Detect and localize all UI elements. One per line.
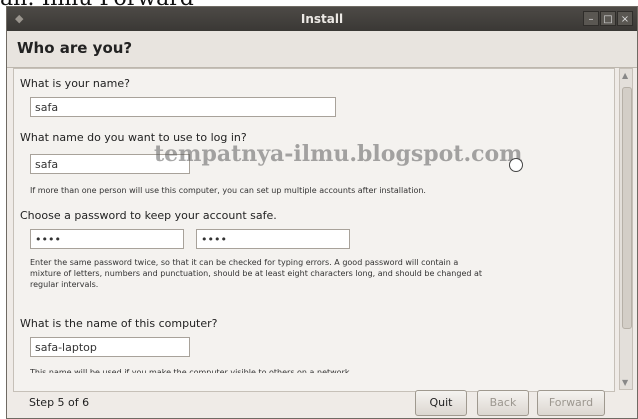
watermark-text: tempatnya-ilmu.blogspot.com [154, 141, 523, 167]
name-label: What is your name? [20, 77, 130, 90]
scroll-thumb[interactable] [622, 87, 632, 329]
form-scrollbar[interactable]: ▲ ▼ [619, 68, 633, 390]
password-field[interactable]: •••• [30, 229, 184, 249]
password-hint-line-1: Enter the same password twice, so that i… [30, 258, 459, 267]
maximize-button[interactable]: □ [600, 11, 616, 26]
computer-name-label: What is the name of this computer? [20, 317, 218, 330]
password-hint-line-3: regular intervals. [30, 280, 99, 289]
step-indicator: Step 5 of 6 [29, 396, 90, 409]
minimize-button[interactable]: – [583, 11, 599, 26]
password-label: Choose a password to keep your account s… [20, 209, 277, 222]
scroll-down-icon[interactable]: ▼ [622, 378, 628, 387]
quit-button[interactable]: Quit [415, 390, 467, 416]
title-bar: ◆ Install – □ × [7, 7, 637, 31]
computer-name-hint: This name will be used if you make the c… [30, 368, 353, 377]
forward-button[interactable]: Forward [537, 390, 605, 416]
name-field[interactable]: safa [30, 97, 336, 117]
footer-bar: Step 5 of 6 Quit Back Forward [7, 390, 637, 418]
close-button[interactable]: × [617, 11, 633, 26]
window-title: Install [300, 12, 344, 26]
window-controls: – □ × [583, 11, 633, 26]
computer-name-field[interactable]: safa-laptop [30, 337, 190, 357]
page-title: Who are you? [17, 39, 133, 57]
page-header: Who are you? [7, 31, 637, 68]
scroll-up-icon[interactable]: ▲ [622, 71, 628, 80]
login-hint: If more than one person will use this co… [30, 186, 426, 195]
cursor-icon [509, 158, 523, 172]
form-panel: What is your name? safa What name do you… [13, 68, 615, 392]
back-button[interactable]: Back [477, 390, 529, 416]
password-hint-line-2: mixture of letters, numbers and punctuat… [30, 269, 483, 278]
password-confirm-field[interactable]: •••• [196, 229, 350, 249]
installer-window: ◆ Install – □ × Who are you? What is you… [6, 6, 638, 419]
